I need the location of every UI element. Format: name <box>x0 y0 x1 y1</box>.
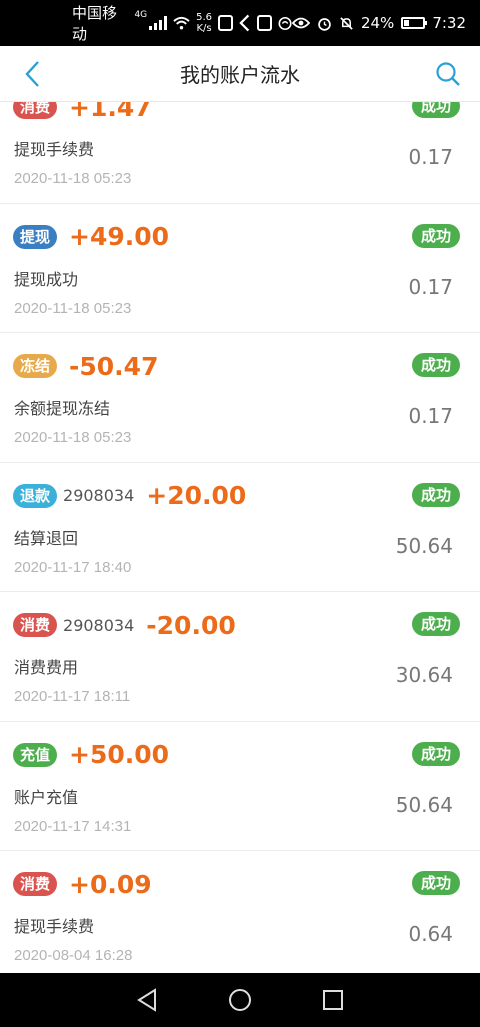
clock: 7:32 <box>432 14 466 32</box>
transaction-amount: +0.09 <box>69 869 152 899</box>
transaction-list-inner: 消费 +1.47 成功 提现手续费 0.17 2020-11-18 05:23 … <box>0 102 480 973</box>
transaction-header-row: 消费 2908034 -20.00 <box>13 610 236 640</box>
battery-percent: 24% <box>360 14 395 32</box>
system-nav-bar <box>0 973 480 1027</box>
transaction-time: 2020-11-18 05:23 <box>14 429 132 446</box>
transaction-header-row: 冻结 -50.47 <box>13 351 158 381</box>
search-button[interactable] <box>430 56 466 92</box>
transaction-time: 2020-11-17 14:31 <box>14 817 132 835</box>
transaction-item[interactable]: 提现 +49.00 成功 提现成功 0.17 2020-11-18 05:23 <box>0 203 480 333</box>
transaction-time: 2020-11-18 05:23 <box>14 299 132 317</box>
search-icon <box>436 62 460 86</box>
eye-icon <box>291 17 310 29</box>
transaction-type-badge: 冻结 <box>13 354 58 378</box>
app-notification-icon <box>218 15 234 31</box>
transaction-amount: +49.00 <box>69 222 170 251</box>
transaction-balance: 0.64 <box>408 922 453 946</box>
wifi-icon <box>173 16 190 30</box>
transaction-balance: 50.64 <box>395 792 453 817</box>
transaction-balance: 0.17 <box>408 274 453 299</box>
transaction-type-badge: 提现 <box>13 224 58 249</box>
transaction-status-badge: 成功 <box>411 482 460 507</box>
transaction-time: 2020-11-18 05:23 <box>14 170 132 187</box>
network-speed: 5.6 K/s <box>196 12 212 34</box>
transaction-item[interactable]: 消费 +0.09 成功 提现手续费 0.64 2020-08-04 16:28 <box>0 851 480 973</box>
transaction-status-badge: 成功 <box>411 102 460 118</box>
transaction-description: 账户充值 <box>14 787 79 807</box>
transaction-description: 提现手续费 <box>14 140 95 159</box>
nfc-icon <box>278 16 292 30</box>
page-title: 我的账户流水 <box>180 63 300 87</box>
circle-home-icon <box>228 989 251 1011</box>
chevron-left-icon <box>25 61 39 87</box>
app-header: 我的账户流水 <box>0 46 480 102</box>
transaction-header-row: 消费 +0.09 <box>13 869 152 899</box>
transaction-balance: 0.17 <box>408 404 453 428</box>
alarm-icon <box>318 17 331 31</box>
transaction-balance: 0.17 <box>408 145 453 169</box>
transaction-description: 结算退回 <box>14 528 79 548</box>
signal-icon <box>149 16 168 30</box>
transaction-header-row: 退款 2908034 +20.00 <box>13 481 246 511</box>
nav-recents-button[interactable] <box>315 982 351 1018</box>
transaction-list[interactable]: 消费 +1.47 成功 提现手续费 0.17 2020-11-18 05:23 … <box>0 102 480 973</box>
status-bar: 中国移动 4G 5.6 K/s 24% 7:32 <box>0 0 480 46</box>
transaction-header-row: 充值 +50.00 <box>13 740 169 770</box>
transaction-type-badge: 消费 <box>13 872 58 896</box>
transaction-description: 余额提现冻结 <box>14 399 111 418</box>
transaction-type-badge: 退款 <box>13 483 58 508</box>
transaction-status-badge: 成功 <box>411 223 460 248</box>
transaction-item[interactable]: 充值 +50.00 成功 账户充值 50.64 2020-11-17 14:31 <box>0 721 480 851</box>
transaction-amount: +50.00 <box>69 740 170 769</box>
transaction-status-badge: 成功 <box>411 741 460 766</box>
transaction-amount: -50.47 <box>69 351 159 381</box>
chevron-left-notification-icon <box>239 14 250 32</box>
transaction-order-number: 2908034 <box>63 486 135 505</box>
transaction-header-row: 消费 +1.47 <box>13 102 152 122</box>
transaction-type-badge: 消费 <box>13 613 58 637</box>
transaction-description: 提现手续费 <box>14 917 95 936</box>
transaction-time: 2020-11-17 18:11 <box>14 688 131 705</box>
transaction-time: 2020-11-17 18:40 <box>14 558 132 576</box>
transaction-order-number: 2908034 <box>63 615 135 635</box>
transaction-status-badge: 成功 <box>411 612 460 636</box>
back-button[interactable] <box>14 56 50 92</box>
mute-bell-icon <box>340 16 353 30</box>
square-recents-icon <box>323 990 344 1010</box>
carrier-name: 中国移动 <box>72 4 118 43</box>
transaction-amount: -20.00 <box>146 610 236 640</box>
transaction-item[interactable]: 冻结 -50.47 成功 余额提现冻结 0.17 2020-11-18 05:2… <box>0 333 480 463</box>
transaction-item[interactable]: 消费 +1.47 成功 提现手续费 0.17 2020-11-18 05:23 <box>0 102 480 204</box>
transaction-status-badge: 成功 <box>411 871 460 895</box>
battery-icon <box>401 17 428 29</box>
transaction-description: 提现成功 <box>14 269 79 289</box>
speed-value: 5.6 <box>196 12 212 23</box>
transaction-item[interactable]: 消费 2908034 -20.00 成功 消费费用 30.64 2020-11-… <box>0 592 480 722</box>
transaction-amount: +1.47 <box>69 102 152 122</box>
battery-level <box>404 20 409 26</box>
network-type: 4G <box>134 10 148 20</box>
transaction-type-badge: 充值 <box>13 742 58 767</box>
app-notification-icon-2 <box>256 15 272 31</box>
transaction-time: 2020-08-04 16:28 <box>14 947 133 964</box>
triangle-back-icon <box>136 988 156 1012</box>
transaction-status-badge: 成功 <box>411 353 460 377</box>
transaction-balance: 30.64 <box>395 663 453 687</box>
transaction-balance: 50.64 <box>395 533 453 558</box>
speed-unit: K/s <box>196 23 212 34</box>
transaction-header-row: 提现 +49.00 <box>13 222 169 252</box>
transaction-type-badge: 消费 <box>13 102 58 119</box>
nav-home-button[interactable] <box>222 982 258 1018</box>
transaction-description: 消费费用 <box>14 658 79 677</box>
transaction-item[interactable]: 退款 2908034 +20.00 成功 结算退回 50.64 2020-11-… <box>0 462 480 592</box>
nav-back-button[interactable] <box>129 982 165 1018</box>
transaction-amount: +20.00 <box>146 481 247 510</box>
